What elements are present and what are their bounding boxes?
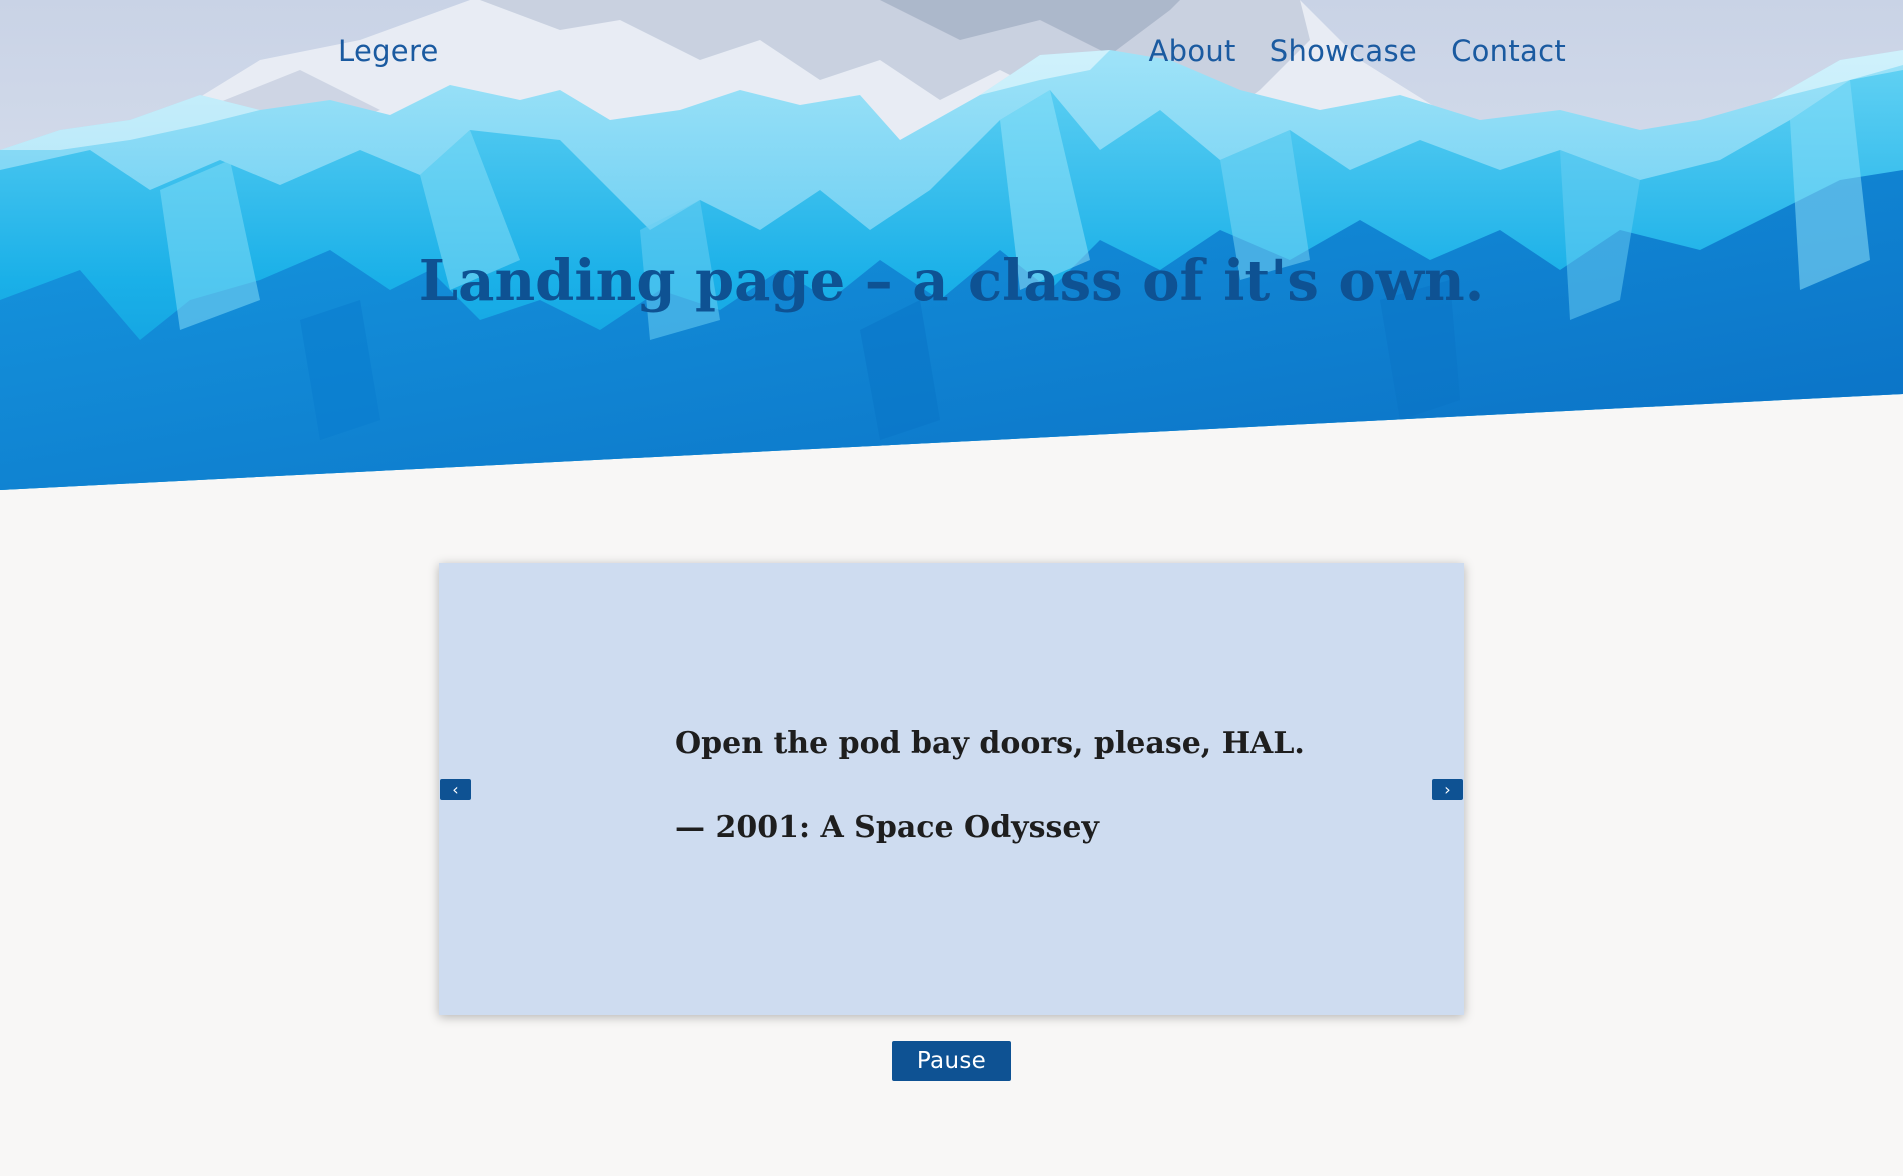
nav-links: About Showcase Contact: [1148, 34, 1566, 68]
brand-logo-link[interactable]: Legere: [338, 34, 439, 68]
quote-text: Open the pod bay doors, please, HAL.: [675, 726, 1305, 761]
carousel-prev-button[interactable]: ‹: [440, 779, 471, 800]
nav-link-showcase[interactable]: Showcase: [1270, 34, 1417, 68]
quote-citation: — 2001: A Space Odyssey: [675, 810, 1099, 845]
carousel-pause-button[interactable]: Pause: [892, 1041, 1011, 1081]
nav-link-about[interactable]: About: [1148, 34, 1235, 68]
carousel-slide: Open the pod bay doors, please, HAL. — 2…: [675, 726, 1315, 846]
page-headline: Landing page – a class of it's own.: [418, 248, 1485, 314]
carousel-next-button[interactable]: ›: [1432, 779, 1463, 800]
hero-banner: Legere About Showcase Contact Landing pa…: [0, 0, 1903, 490]
top-navigation: Legere About Showcase Contact: [0, 30, 1903, 74]
nav-link-contact[interactable]: Contact: [1451, 34, 1566, 68]
quote-carousel: ‹ Open the pod bay doors, please, HAL. —…: [439, 563, 1464, 1015]
